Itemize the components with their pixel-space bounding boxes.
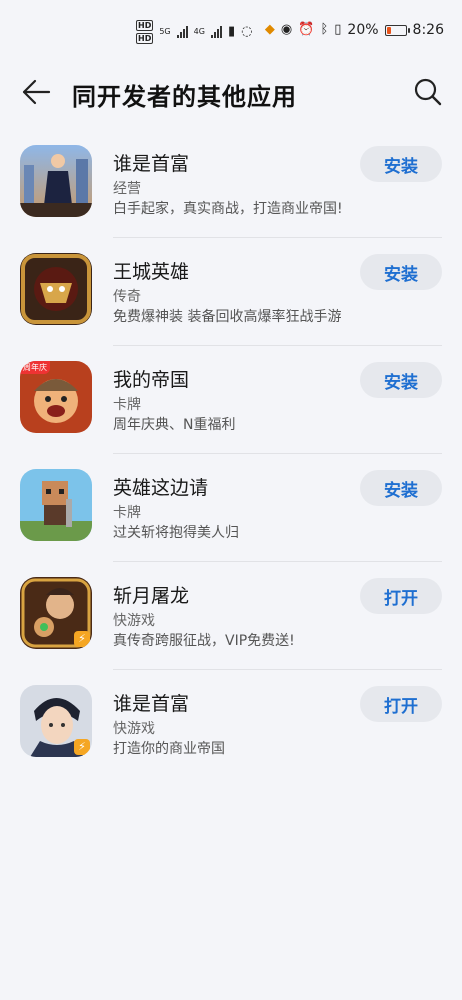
list-item[interactable]: 王城英雄 传奇 免费爆神装 装备回收高爆率狂战手游 安装 <box>0 238 462 346</box>
app-description: 真传奇跨服征战，VIP免费送! <box>113 633 295 649</box>
app-name: 斩月屠龙 <box>113 585 190 607</box>
network-type-1: 5G <box>159 27 171 36</box>
page-title: 同开发者的其他应用 <box>72 83 297 111</box>
app-name: 谁是首富 <box>113 693 190 715</box>
signal-icon <box>176 26 188 38</box>
app-name: 谁是首富 <box>113 153 190 175</box>
list-item[interactable]: 英雄这边请 卡牌 过关斩将抱得美人归 安装 <box>0 454 462 562</box>
network-type-2: 4G <box>193 27 205 36</box>
app-tag: 周年庆 <box>20 361 50 374</box>
app-description: 白手起家，真实商战，打造商业帝国! <box>113 201 343 217</box>
app-name: 英雄这边请 <box>113 477 209 499</box>
open-button[interactable]: 打开 <box>360 686 442 722</box>
open-button[interactable]: 打开 <box>360 578 442 614</box>
status-bar: HD HD 5G 4G ▮ ◌ ◆ ◉ ⏰ ᛒ ▯ 20% 8:26 <box>0 0 462 60</box>
app-icon[interactable] <box>20 469 92 541</box>
search-icon <box>414 78 442 106</box>
list-item[interactable]: ⚡ 谁是首富 快游戏 打造你的商业帝国 打开 <box>0 670 462 778</box>
status-right: ◆ ◉ ⏰ ᛒ ▯ 20% 8:26 <box>265 22 444 38</box>
app-category: 快游戏 <box>113 721 155 737</box>
quick-game-badge-icon: ⚡ <box>74 739 90 755</box>
install-button[interactable]: 安装 <box>360 362 442 398</box>
app-category: 卡牌 <box>113 397 141 413</box>
status-left: HD HD 5G 4G ▮ ◌ <box>136 20 252 44</box>
app-list: 谁是首富 经营 白手起家，真实商战，打造商业帝国! 安装 王城英雄 传奇 免费爆… <box>0 130 462 778</box>
notification-icon: ◆ <box>264 22 275 37</box>
app-category: 经营 <box>113 181 141 197</box>
app-category: 卡牌 <box>113 505 141 521</box>
list-item[interactable]: ⚡ 斩月屠龙 快游戏 真传奇跨服征战，VIP免费送! 打开 <box>0 562 462 670</box>
alarm-icon: ⏰ <box>298 22 315 37</box>
battery-icon <box>384 24 410 36</box>
battery-percent: 20% <box>347 22 379 38</box>
install-button[interactable]: 安装 <box>360 254 442 290</box>
quick-game-badge-icon: ⚡ <box>74 631 90 647</box>
vibrate-icon: ▯ <box>334 22 342 37</box>
app-description: 周年庆典、N重福利 <box>113 417 236 433</box>
search-button[interactable] <box>408 72 448 112</box>
eye-icon: ◉ <box>280 22 293 37</box>
hd-badge-1: HD <box>136 20 154 31</box>
nfc-icon: ▮ <box>227 24 236 39</box>
install-button[interactable]: 安装 <box>360 146 442 182</box>
app-icon[interactable]: 周年庆 <box>20 361 92 433</box>
app-description: 打造你的商业帝国 <box>113 741 225 757</box>
app-icon[interactable] <box>20 145 92 217</box>
list-item[interactable]: 谁是首富 经营 白手起家，真实商战，打造商业帝国! 安装 <box>0 130 462 238</box>
app-name: 王城英雄 <box>113 261 190 283</box>
back-button[interactable] <box>16 74 56 110</box>
app-icon[interactable]: ⚡ <box>20 577 92 649</box>
signal-icon-2 <box>210 26 222 38</box>
app-description: 过关斩将抱得美人归 <box>113 525 239 541</box>
app-description: 免费爆神装 装备回收高爆率狂战手游 <box>113 309 342 325</box>
bluetooth-icon: ᛒ <box>320 22 329 37</box>
hd-badge-2: HD <box>136 33 154 44</box>
arrow-left-icon <box>22 79 51 105</box>
app-icon[interactable]: ⚡ <box>20 685 92 757</box>
app-bar: 同开发者的其他应用 <box>0 60 462 124</box>
app-name: 我的帝国 <box>113 369 190 391</box>
list-item[interactable]: 周年庆 我的帝国 卡牌 周年庆典、N重福利 安装 <box>0 346 462 454</box>
install-button[interactable]: 安装 <box>360 470 442 506</box>
hd-indicators: HD HD <box>136 20 154 44</box>
chat-icon: ◌ <box>241 24 253 39</box>
app-category: 快游戏 <box>113 613 155 629</box>
app-icon[interactable] <box>20 253 92 325</box>
clock: 8:26 <box>412 22 444 38</box>
app-category: 传奇 <box>113 289 141 305</box>
